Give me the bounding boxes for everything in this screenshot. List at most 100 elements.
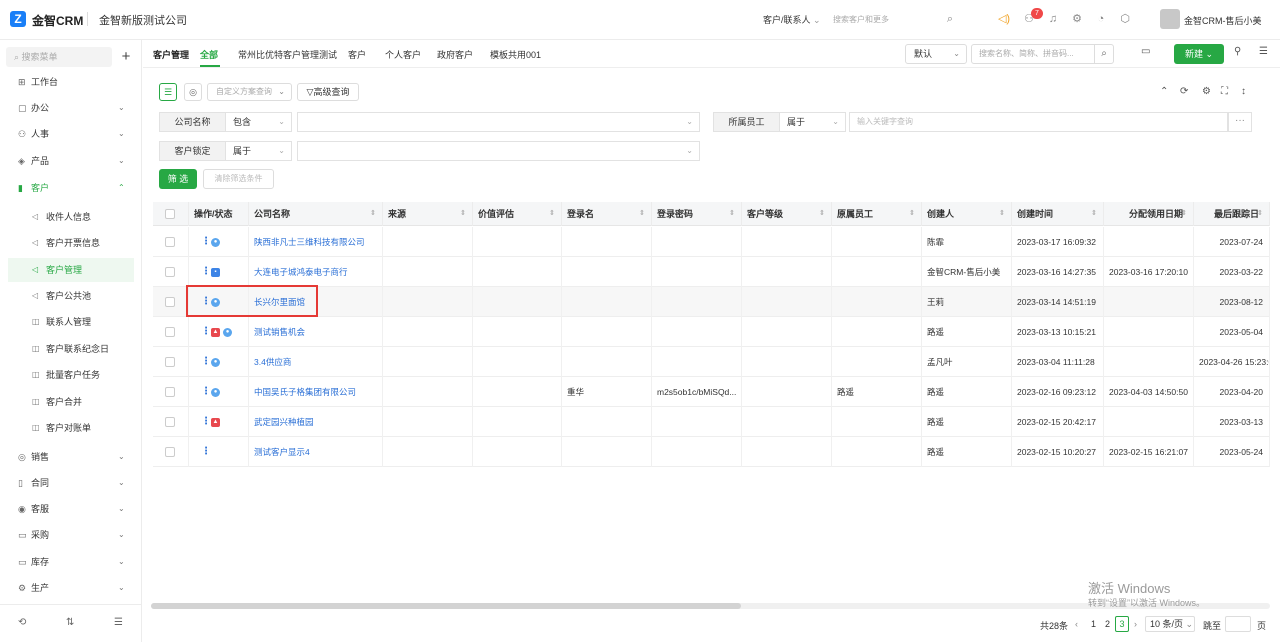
collapse-menu-icon[interactable]: ☰: [114, 617, 123, 628]
list-view-icon[interactable]: ☰: [159, 83, 177, 101]
table-row[interactable]: ⋮ ● 陕西非凡士三维科技有限公司 陈霏 2023-03-17 16:09:32 2023…: [153, 227, 1270, 257]
cell-name[interactable]: 测试销售机会: [249, 317, 383, 347]
table-row[interactable]: ⋮ ● 长兴尔里面馆 王莉 2023-03-14 14:51:19 2023-08-12: [153, 287, 1270, 317]
staff-keyword-input[interactable]: 输入关键字查询: [849, 112, 1228, 132]
sidebar-subitem-public-pool[interactable]: ◁ 客户公共池: [8, 284, 134, 308]
table-row[interactable]: ⋮ ▪ 大连电子城鸿泰电子商行 金智CRM-售后小美 2023-03-16 14:27:…: [153, 257, 1270, 287]
col-value[interactable]: 价值评估 ⇕: [473, 202, 562, 226]
sidebar-item-sales[interactable]: ◎ 销售 ⌄: [0, 446, 142, 468]
sidebar-subitem-recipient[interactable]: ◁ 收件人信息: [8, 205, 134, 229]
cell-name[interactable]: 大连电子城鸿泰电子商行: [249, 257, 383, 287]
clear-filter-button[interactable]: 清除筛选条件: [203, 169, 274, 189]
cell-name[interactable]: 武定园兴种植园: [249, 407, 383, 437]
company-name[interactable]: 金智新版测试公司: [99, 12, 187, 28]
more-actions-icon[interactable]: ⋮: [201, 227, 211, 257]
staff-operator-select[interactable]: 属于 ⌄: [779, 112, 846, 132]
more-actions-icon[interactable]: ⋮: [201, 257, 211, 287]
table-row[interactable]: ⋮ ▲ 武定园兴种植园 路遥 2023-02-15 20:42:17 2023-03-13: [153, 407, 1270, 437]
view-default-select[interactable]: 默认 ⌄: [905, 44, 967, 64]
sidebar-item-office[interactable]: ▢ 办公 ⌄: [0, 97, 142, 119]
page-1[interactable]: 1: [1091, 619, 1096, 629]
company-value-select[interactable]: ⌄: [297, 112, 700, 132]
tab-government[interactable]: 政府客户: [437, 48, 473, 61]
search-scope-select[interactable]: 客户/联系人 ⌄: [763, 13, 821, 26]
next-page-icon[interactable]: ›: [1134, 619, 1137, 629]
row-checkbox[interactable]: [165, 297, 175, 307]
sidebar-subitem-customer-mgmt[interactable]: ◁ 客户管理: [8, 258, 134, 282]
sidebar-subitem-anniversary[interactable]: ◫ 客户联系纪念日: [8, 337, 134, 361]
height-icon[interactable]: ↕: [1241, 86, 1246, 97]
print-icon[interactable]: ▭: [1141, 46, 1150, 57]
sidebar-item-product[interactable]: ◈ 产品 ⌄: [0, 150, 142, 172]
lock-value-select[interactable]: ⌄: [297, 141, 700, 161]
filter-button[interactable]: 筛 选: [159, 169, 197, 189]
menu-search-input[interactable]: ⌕ 搜索菜单: [6, 47, 112, 67]
cube-icon[interactable]: ⬡: [1118, 12, 1132, 26]
customer-search-input[interactable]: 搜索名称、简称、拼音码...: [971, 44, 1095, 64]
col-orig-staff[interactable]: 原属员工 ⇕: [832, 202, 922, 226]
settings-icon[interactable]: ⚙: [1202, 86, 1211, 97]
tab-all[interactable]: 全部: [200, 48, 218, 61]
search-icon[interactable]: ⌕: [943, 12, 957, 26]
scrollbar-thumb[interactable]: [151, 603, 741, 609]
row-checkbox[interactable]: [165, 417, 175, 427]
cell-name[interactable]: 3.4供应商: [249, 347, 383, 377]
search-icon[interactable]: ⌕: [1094, 44, 1114, 64]
refresh-icon[interactable]: ⟳: [1180, 86, 1188, 97]
tab-changzhou[interactable]: 常州比优特客户管理测试: [238, 48, 337, 61]
history-icon[interactable]: ⟲: [18, 617, 26, 628]
col-creator[interactable]: 创建人 ⇕: [922, 202, 1012, 226]
sidebar-item-hr[interactable]: ⚇ 人事 ⌄: [0, 123, 142, 145]
select-all-checkbox[interactable]: [165, 209, 175, 219]
sidebar-item-contract[interactable]: ▯ 合同 ⌄: [0, 472, 142, 494]
row-checkbox[interactable]: [165, 267, 175, 277]
col-source[interactable]: 来源 ⇕: [383, 202, 473, 226]
sidebar-item-customer[interactable]: ▮ 客户 ⌃: [0, 177, 142, 199]
table-row[interactable]: ⋮ ● 3.4供应商 孟凡叶 2023-03-04 11:11:28 2023-04-26…: [153, 347, 1270, 377]
fullscreen-icon[interactable]: ⛶: [1221, 86, 1228, 97]
username[interactable]: 金智CRM-售后小美: [1184, 14, 1262, 27]
sidebar-item-dashboard[interactable]: ⊞ 工作台: [0, 71, 142, 93]
tab-customer[interactable]: 客户: [348, 48, 366, 61]
tab-personal[interactable]: 个人客户: [385, 48, 421, 61]
more-actions-icon[interactable]: ⋮: [201, 377, 211, 407]
col-login[interactable]: 登录名 ⇕: [562, 202, 652, 226]
prev-page-icon[interactable]: ‹: [1075, 619, 1078, 629]
sidebar-item-inventory[interactable]: ▭ 库存 ⌄: [0, 551, 142, 573]
sidebar-subitem-batch-task[interactable]: ◫ 批量客户任务: [8, 363, 134, 387]
page-2[interactable]: 2: [1105, 619, 1110, 629]
add-menu-button[interactable]: +: [116, 47, 136, 67]
gear-icon[interactable]: ⚙: [1070, 12, 1084, 26]
sidebar-subitem-merge[interactable]: ◫ 客户合并: [8, 390, 134, 414]
sidebar-subitem-contacts[interactable]: ◫ 联系人管理: [8, 310, 134, 334]
more-actions-icon[interactable]: ⋮: [201, 437, 211, 467]
cell-name[interactable]: 测试客户显示4: [249, 437, 383, 467]
table-row[interactable]: ⋮ ▲ ● 测试销售机会 路遥 2023-03-13 10:15:21 2023-05-04: [153, 317, 1270, 347]
col-password[interactable]: 登录密码 ⇕: [652, 202, 742, 226]
avatar[interactable]: [1160, 9, 1180, 29]
more-actions-icon[interactable]: ⋮: [201, 347, 211, 377]
col-created[interactable]: 创建时间 ⇕: [1012, 202, 1104, 226]
col-company[interactable]: 公司名称 ⇕: [249, 202, 383, 226]
lock-operator-select[interactable]: 属于 ⌄: [225, 141, 292, 161]
row-checkbox[interactable]: [165, 387, 175, 397]
sidebar-subitem-invoice[interactable]: ◁ 客户开票信息: [8, 231, 134, 255]
tab-template[interactable]: 模板共用001: [490, 48, 541, 61]
new-button[interactable]: 新建 ⌄: [1174, 44, 1224, 64]
col-level[interactable]: 客户等级 ⇕: [742, 202, 832, 226]
sidebar-subitem-statement[interactable]: ◫ 客户对账单: [8, 416, 134, 440]
advanced-search-button[interactable]: ▽高级查询: [297, 83, 359, 101]
bell-icon[interactable]: ♫: [1046, 12, 1060, 26]
cell-name[interactable]: 中国吴氏子格集团有限公司: [249, 377, 383, 407]
company-operator-select[interactable]: 包含 ⌄: [225, 112, 292, 132]
page-3-current[interactable]: 3: [1115, 616, 1129, 632]
more-options-icon[interactable]: ···: [1228, 112, 1252, 132]
goto-page-input[interactable]: [1225, 616, 1251, 632]
more-actions-icon[interactable]: ⋮: [201, 317, 211, 347]
location-icon[interactable]: ◎: [184, 83, 202, 101]
global-search-input[interactable]: 搜索客户和更多: [833, 14, 889, 25]
page-size-select[interactable]: 10 条/页 ⌄: [1145, 616, 1195, 632]
menu-icon[interactable]: ☰: [1259, 46, 1268, 57]
sidebar-item-purchase[interactable]: ▭ 采购 ⌄: [0, 524, 142, 546]
sort-icon[interactable]: ⇅: [66, 617, 74, 628]
